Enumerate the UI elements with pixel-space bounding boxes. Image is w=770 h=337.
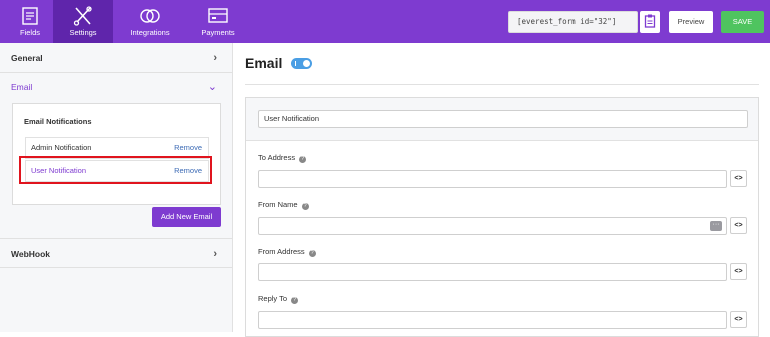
sidebar-item-email-label: Email [11,82,33,92]
help-icon[interactable]: ? [308,250,316,257]
chevron-right-icon: › [213,248,217,260]
shortcode-field[interactable]: [everest_form id="32"] [508,11,638,33]
from-name-label: From Name? [258,200,309,210]
copy-shortcode-button[interactable] [640,11,660,33]
reply-to-label-text: Reply To [258,294,288,303]
reply-to-label: Reply To? [258,294,299,304]
page-title: Email [245,55,283,71]
from-name-label-text: From Name [258,200,298,209]
nav-fields[interactable]: Fields [0,0,60,43]
nav-settings-label: Settings [69,28,97,37]
toggle-on-mark [295,61,296,66]
notification-panel: User Notification To Address? <> From Na… [245,97,759,337]
nav-fields-label: Fields [19,28,40,37]
nav-payments-label: Payments [201,28,235,37]
smart-tags-button[interactable]: <> [730,170,747,187]
to-address-label: To Address? [258,153,307,163]
highlight-box [19,156,212,184]
from-address-input[interactable] [258,263,727,281]
sidebar-item-email[interactable]: Email ⌄ [0,74,232,100]
smart-tags-button[interactable]: <> [730,311,747,328]
to-address-input[interactable] [258,170,727,188]
reply-to-input[interactable] [258,311,727,329]
fields-icon [22,7,38,25]
chevron-right-icon: › [213,52,217,64]
help-icon[interactable]: ? [291,297,299,304]
from-address-label: From Address? [258,247,316,257]
notification-name-input[interactable]: User Notification [258,110,748,128]
toggle-knob [303,60,310,67]
top-toolbar: Fields Settings Integrations Payments [e… [0,0,770,43]
from-address-label-text: From Address [258,247,305,256]
payments-icon [208,8,228,23]
sidebar-item-general-label: General [11,53,43,63]
more-dots-icon[interactable]: ··· [710,221,722,231]
add-new-email-button[interactable]: Add New Email [152,207,221,227]
sidebar-item-webhook-label: WebHook [11,249,51,259]
sidebar-item-webhook[interactable]: WebHook › [0,238,232,268]
email-enable-toggle[interactable] [291,58,312,69]
title-divider [245,84,759,85]
smart-tags-button[interactable]: <> [730,217,747,234]
chevron-down-icon: ⌄ [207,81,217,93]
preview-button[interactable]: Preview [669,11,713,33]
notification-item-label: Admin Notification [31,143,92,152]
help-icon[interactable]: ? [301,203,309,210]
to-address-label-text: To Address [258,153,296,162]
nav-settings[interactable]: Settings [53,0,113,43]
integrations-icon [140,9,160,23]
settings-sidebar: General › Email ⌄ Email Notifications Ad… [0,43,233,332]
clipboard-icon [644,14,656,28]
remove-admin-notification-link[interactable]: Remove [174,138,202,158]
from-name-input[interactable]: ··· [258,217,727,235]
sidebar-item-general[interactable]: General › [0,43,232,73]
settings-icon [73,6,92,26]
email-notifications-title: Email Notifications [24,117,92,126]
nav-integrations[interactable]: Integrations [120,0,180,43]
smart-tags-button[interactable]: <> [730,263,747,280]
help-icon[interactable]: ? [299,156,307,163]
save-button[interactable]: SAVE [721,11,764,33]
nav-integrations-label: Integrations [130,28,170,37]
email-notifications-box: Email Notifications Admin Notification R… [12,103,221,205]
notification-panel-header: User Notification [246,98,758,141]
nav-payments[interactable]: Payments [188,0,248,43]
